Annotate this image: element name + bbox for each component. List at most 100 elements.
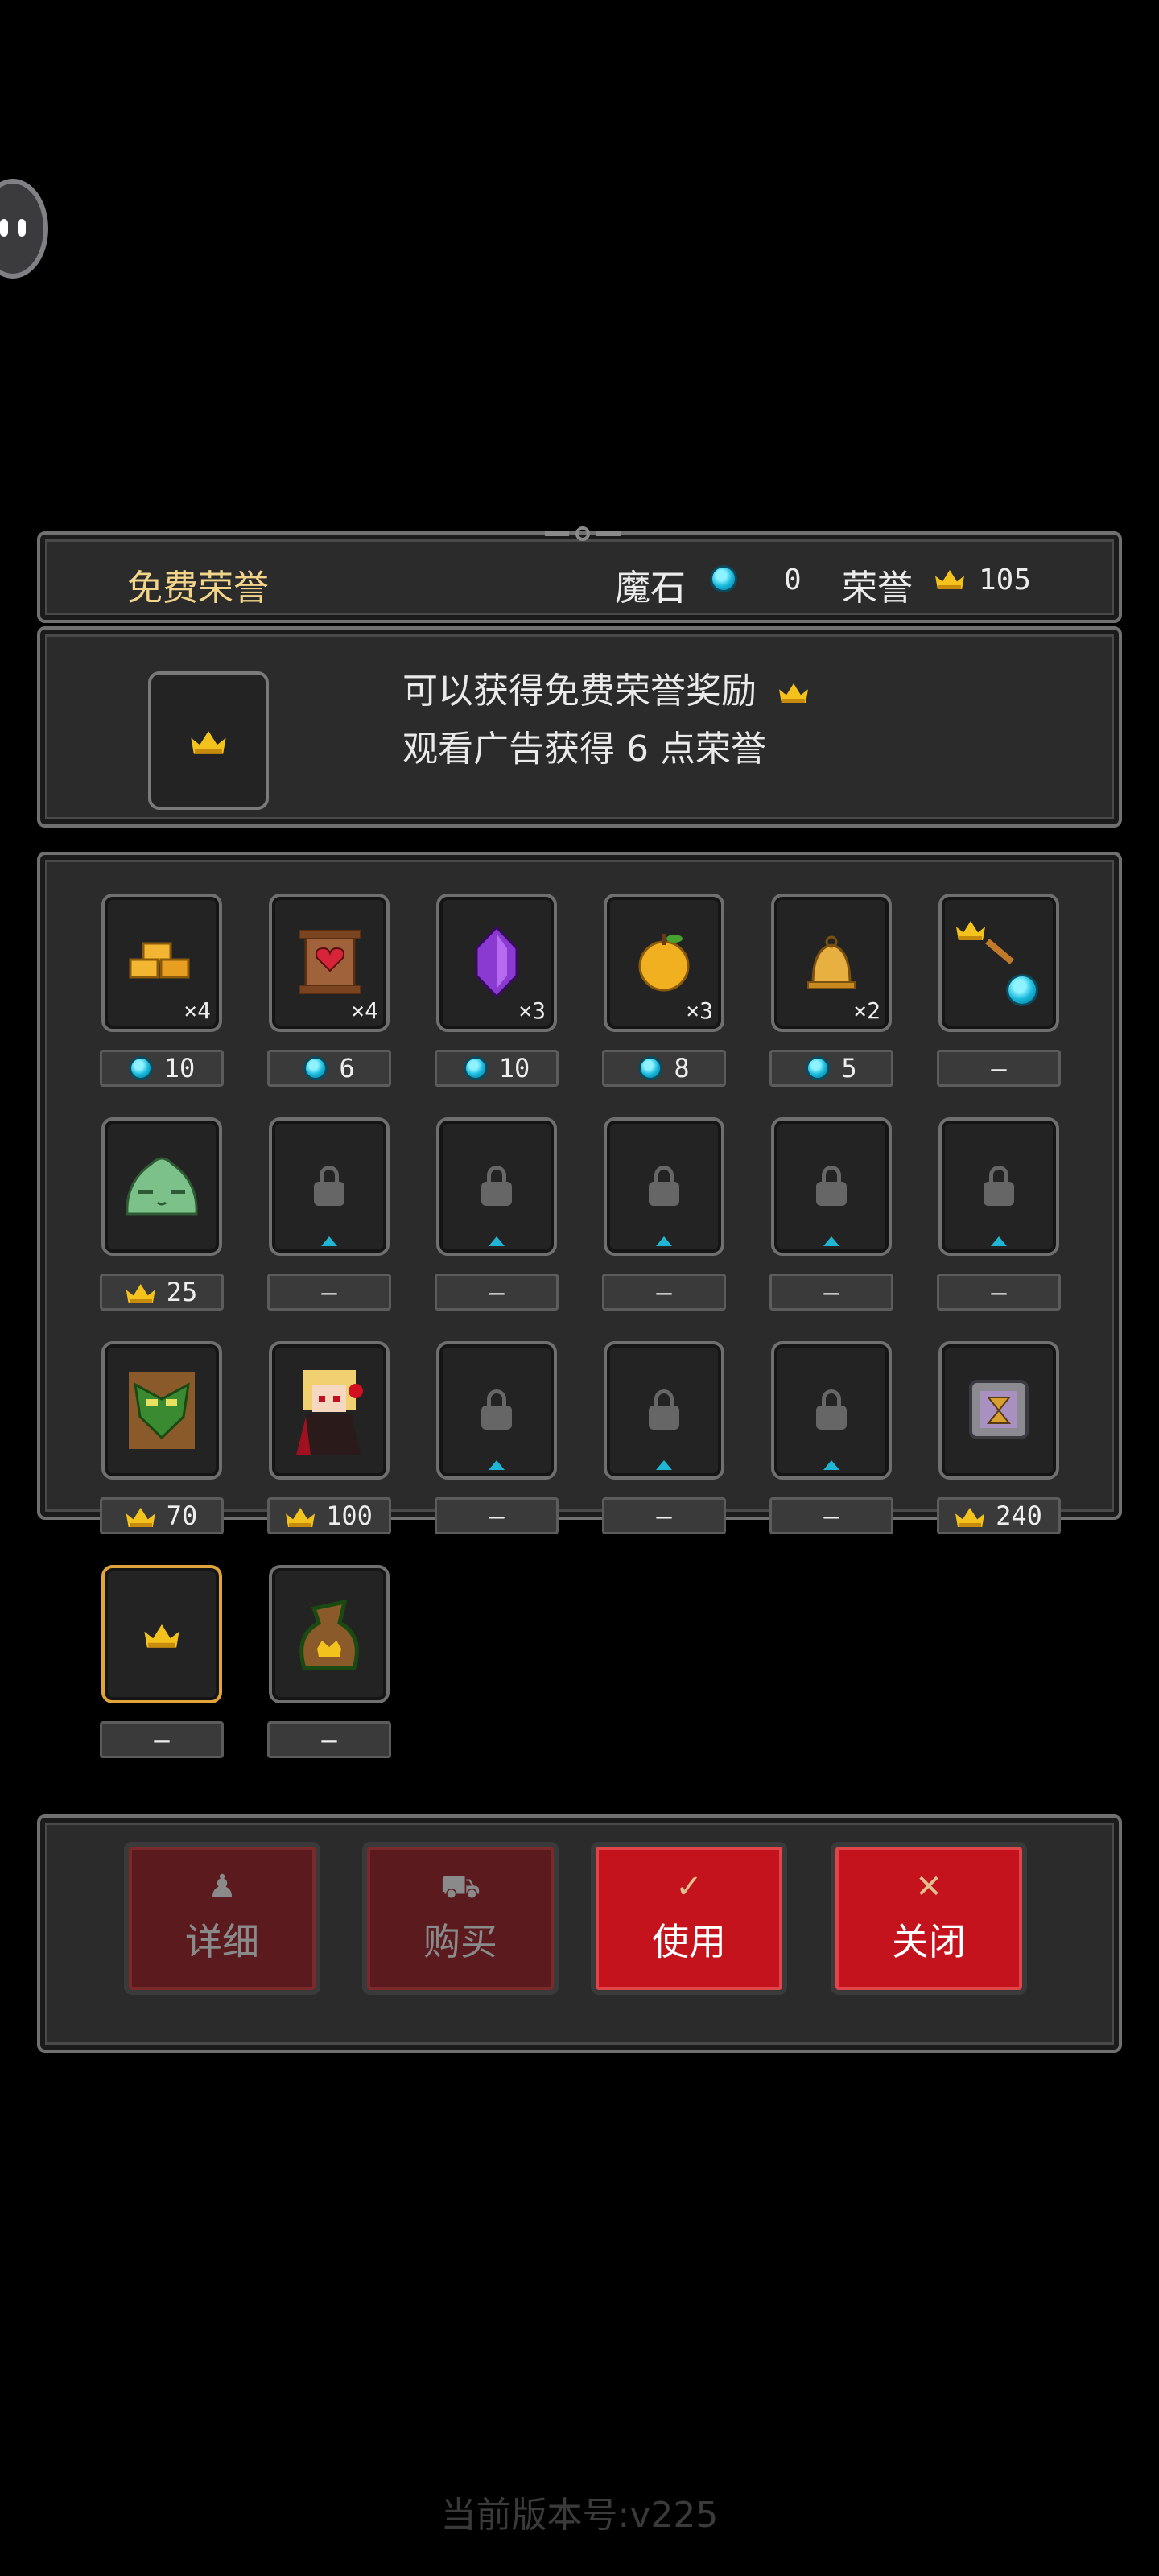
item-locked[interactable]: [604, 1117, 724, 1256]
upgrade-arrow-icon: [489, 1236, 505, 1246]
reward-icon-box: [148, 671, 269, 810]
buy-button-label: 购买: [423, 1920, 497, 1963]
item-locked[interactable]: [269, 1117, 390, 1256]
buy-button[interactable]: ⛟ 购买: [362, 1842, 559, 1995]
honor-value: 105: [979, 564, 1032, 597]
detail-button[interactable]: ♟ 详细: [124, 1842, 320, 1995]
item-price: 25: [100, 1274, 224, 1311]
item-price: 240: [937, 1497, 1061, 1534]
item-qty: ×3: [686, 997, 713, 1024]
item-golden-bell[interactable]: ×2: [771, 894, 892, 1032]
gem-icon: [303, 1056, 328, 1080]
reward-panel: 可以获得免费荣誉奖励 观看广告获得 6 点荣誉: [37, 626, 1122, 828]
item-locked[interactable]: [771, 1117, 892, 1256]
close-button[interactable]: ✕ 关闭: [831, 1842, 1027, 1995]
tree-guardian-icon: [129, 1372, 195, 1449]
checkmark-icon: ✓: [675, 1868, 703, 1905]
item-hourglass-frame[interactable]: [938, 1341, 1059, 1480]
gem-icon: [806, 1056, 831, 1080]
golden-apple-icon: [638, 934, 690, 992]
action-buttons-panel: ♟ 详细 ⛟ 购买 ✓ 使用 ✕ 关闭: [37, 1814, 1122, 2053]
item-price: –: [100, 1721, 224, 1758]
upgrade-arrow-icon: [823, 1236, 839, 1246]
header-ornament: [518, 525, 647, 543]
item-vampire-girl[interactable]: [269, 1341, 390, 1480]
honor-label: 荣誉: [842, 568, 913, 609]
item-price: –: [602, 1274, 726, 1311]
item-price: –: [435, 1274, 559, 1311]
lock-icon: [816, 1389, 847, 1430]
use-button[interactable]: ✓ 使用: [591, 1842, 787, 1995]
upgrade-arrow-icon: [656, 1236, 672, 1246]
lock-icon: [481, 1166, 512, 1206]
crown-icon: [126, 1505, 155, 1527]
upgrade-arrow-icon: [823, 1460, 839, 1470]
item-price: –: [602, 1497, 726, 1534]
item-free-honor[interactable]: [101, 1565, 222, 1703]
item-qty: ×4: [351, 997, 378, 1024]
item-tree-guardian[interactable]: [101, 1341, 222, 1480]
gem-icon: [710, 565, 737, 596]
reward-text-line1: 可以获得免费荣誉奖励: [402, 662, 808, 713]
close-icon: ✕: [915, 1868, 942, 1905]
item-locked[interactable]: [436, 1341, 557, 1480]
heart-scroll-icon: [299, 930, 361, 994]
item-price: –: [937, 1274, 1061, 1311]
lock-icon: [649, 1166, 679, 1206]
gem-icon: [463, 1056, 488, 1080]
item-price: –: [267, 1721, 391, 1758]
item-gold-bars[interactable]: ×4: [101, 894, 222, 1032]
item-price: 6: [267, 1050, 391, 1087]
lock-icon: [649, 1389, 679, 1430]
item-price: 10: [100, 1050, 224, 1087]
crown-icon: [935, 567, 964, 592]
item-golden-apple[interactable]: ×3: [604, 894, 724, 1032]
crown-icon: [955, 1505, 984, 1527]
item-price: 70: [100, 1497, 224, 1534]
item-locked[interactable]: [771, 1341, 892, 1480]
item-crown-to-gem-exchange[interactable]: [938, 894, 1059, 1032]
crown-icon: [286, 1505, 315, 1527]
item-price: –: [435, 1497, 559, 1534]
detail-button-label: 详细: [185, 1920, 259, 1963]
item-locked[interactable]: [938, 1117, 1059, 1256]
hourglass-frame-icon: [969, 1380, 1029, 1439]
magic-stone-label: 魔石: [615, 568, 686, 609]
gold-bars-icon: [129, 942, 190, 979]
purple-crystal-icon: [475, 925, 518, 999]
close-button-label: 关闭: [892, 1920, 966, 1963]
use-button-label: 使用: [652, 1920, 726, 1963]
cart-icon: ⛟: [439, 1868, 481, 1905]
item-price: –: [769, 1497, 893, 1534]
item-honor-bag[interactable]: [269, 1565, 390, 1703]
item-green-slime[interactable]: [101, 1117, 222, 1256]
item-price: —: [937, 1050, 1061, 1087]
assistant-face-icon: [0, 213, 37, 245]
item-qty: ×3: [518, 997, 546, 1024]
item-locked[interactable]: [436, 1117, 557, 1256]
pouch-icon: ♟: [208, 1868, 237, 1905]
item-qty: ×4: [184, 997, 211, 1024]
item-price: 100: [267, 1497, 391, 1534]
crown-icon: [126, 1281, 155, 1303]
gem-icon: [128, 1056, 153, 1080]
item-heart-scroll[interactable]: ×4: [269, 894, 390, 1032]
lock-icon: [481, 1389, 512, 1430]
magic-stone-value: 0: [784, 564, 802, 597]
golden-bell-icon: [807, 935, 856, 989]
gem-icon: [638, 1056, 663, 1080]
arrow-icon: [985, 939, 1014, 964]
item-price: 10: [435, 1050, 559, 1087]
upgrade-arrow-icon: [991, 1236, 1007, 1246]
version-label: 当前版本号:v225: [440, 2495, 719, 2536]
floating-assistant-button[interactable]: [0, 179, 48, 279]
lock-icon: [314, 1166, 344, 1206]
honor-bag-icon: [299, 1599, 359, 1670]
crown-icon: [191, 727, 225, 754]
upgrade-arrow-icon: [489, 1460, 505, 1470]
item-locked[interactable]: [604, 1341, 724, 1480]
item-purple-crystal[interactable]: ×3: [436, 894, 557, 1032]
upgrade-arrow-icon: [321, 1236, 337, 1246]
lock-icon: [984, 1166, 1014, 1206]
upgrade-arrow-icon: [656, 1460, 672, 1470]
